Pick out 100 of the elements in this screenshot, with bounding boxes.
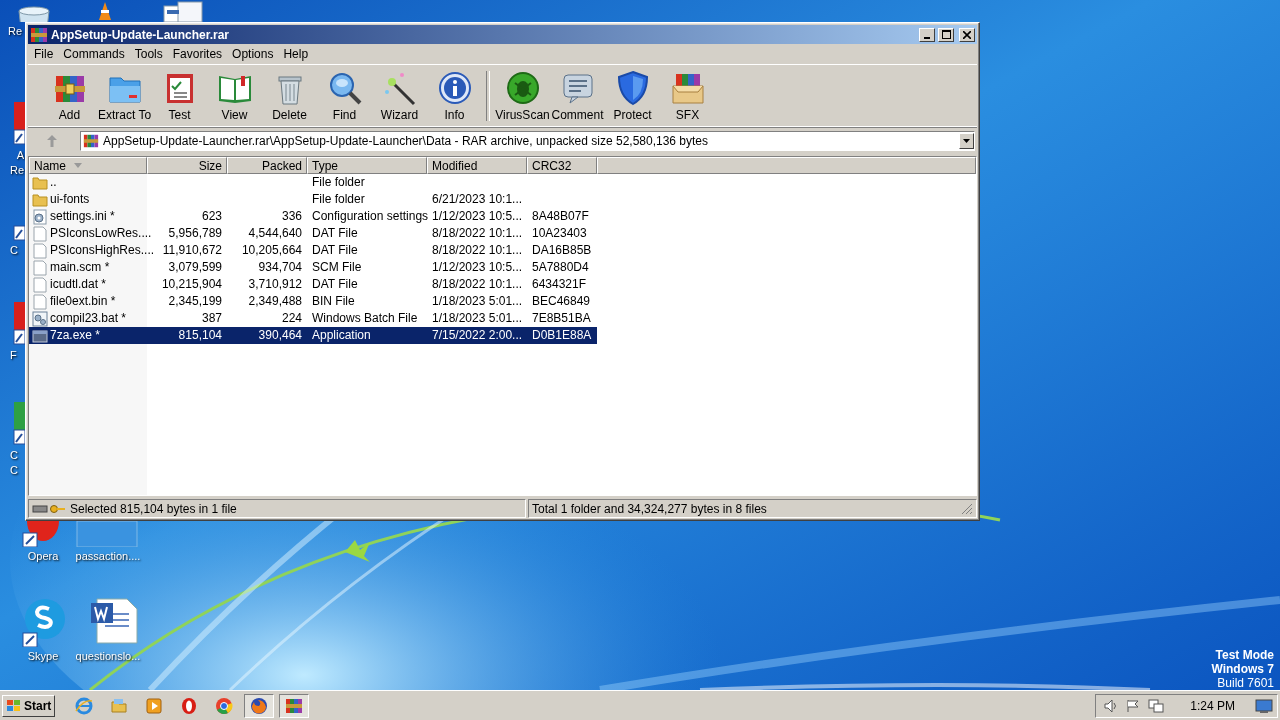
file-icon <box>32 310 48 327</box>
toolbar-button[interactable]: VirusScan <box>495 70 550 122</box>
file-name: 7za.exe * <box>50 327 101 344</box>
toolbar-button[interactable]: Info <box>427 70 482 122</box>
table-cell: 6434321F <box>532 276 587 293</box>
file-name: icudtl.dat * <box>50 276 107 293</box>
file-row[interactable]: file0ext.bin * 2,345,199 2,349,488 BIN File 1/18/2023 5:01... BEC46849 <box>29 293 597 310</box>
toolbar-button[interactable]: Test <box>152 70 207 122</box>
column-header[interactable]: Modified <box>427 157 527 174</box>
table-cell: 815,104 <box>178 327 222 344</box>
menu-item[interactable]: Help <box>278 47 314 61</box>
table-cell: SCM File <box>312 259 362 276</box>
column-header[interactable]: Packed <box>227 157 307 174</box>
file-icon <box>32 242 48 259</box>
table-cell: 5A7880D4 <box>532 259 589 276</box>
table-cell: 336 <box>281 208 302 225</box>
file-row[interactable]: 7za.exe * 815,104 390,464 Application 7/15/2022 2:00... D0B1E88A <box>29 327 597 344</box>
table-cell: Application <box>312 327 371 344</box>
column-header[interactable]: CRC32 <box>527 157 597 174</box>
table-cell: 11,910,672 <box>162 242 222 259</box>
table-cell: 10A23403 <box>532 225 587 242</box>
network-icon[interactable] <box>1148 698 1165 713</box>
resize-grip-icon[interactable] <box>961 502 973 515</box>
toolbar-button[interactable]: Wizard <box>372 70 427 122</box>
table-cell: 1/12/2023 10:5... <box>432 259 523 276</box>
show-desktop-icon[interactable] <box>1255 698 1273 713</box>
column-header[interactable]: Type <box>307 157 427 174</box>
chrome-icon <box>215 696 234 715</box>
file-row[interactable]: settings.ini * 623 336 Configuration settings 1/12/2023 10:5... 8A48B07F <box>29 208 597 225</box>
file-name: .. <box>50 174 57 191</box>
path-field[interactable]: AppSetup-Update-Launcher.rar\AppSetup-Update-Launcher\Data - RAR archive, unpacked size 52,580,136 bytes <box>80 131 975 151</box>
maximize-button[interactable] <box>938 27 954 42</box>
file-icon <box>32 225 48 242</box>
minimize-button[interactable] <box>919 27 935 42</box>
window-title: AppSetup-Update-Launcher.rar <box>51 27 231 42</box>
table-cell: D0B1E88A <box>532 327 592 344</box>
virus-icon <box>504 70 541 106</box>
menu-item[interactable]: File <box>29 47 59 61</box>
menu-item[interactable]: Options <box>227 47 279 61</box>
file-row[interactable]: .. File folder <box>29 174 597 191</box>
table-cell: 3,079,599 <box>168 259 222 276</box>
toolbar-button[interactable]: Add <box>42 70 97 122</box>
volume-icon[interactable] <box>1104 698 1119 713</box>
menu-item[interactable]: Tools <box>129 47 168 61</box>
file-icon <box>32 208 48 225</box>
table-cell: 390,464 <box>258 327 302 344</box>
table-cell: File folder <box>312 174 365 191</box>
close-button[interactable] <box>959 27 975 42</box>
desktop-icon[interactable] <box>160 0 206 22</box>
file-row[interactable]: PSIconsLowRes.... 5,956,789 4,544,640 DAT File 8/18/2022 10:1... 10A23403 <box>29 225 597 242</box>
file-name: compil23.bat * <box>50 310 127 327</box>
column-header[interactable]: Size <box>147 157 227 174</box>
taskbar-button[interactable] <box>279 693 310 718</box>
folder-icon <box>32 174 48 191</box>
table-cell: 8A48B07F <box>532 208 589 225</box>
desktop-icon-label: passaction.... <box>75 549 141 564</box>
start-button[interactable]: Start <box>2 694 56 717</box>
table-cell: 4,544,640 <box>248 225 302 242</box>
table-cell: 5,956,789 <box>168 225 222 242</box>
flag-icon[interactable] <box>1126 698 1141 713</box>
dropdown-button[interactable] <box>959 133 974 149</box>
toolbar-button[interactable]: Extract To <box>97 70 152 122</box>
table-cell: 8/18/2022 10:1... <box>432 242 523 259</box>
table-cell: 10,205,664 <box>241 242 302 259</box>
taskbar-button[interactable] <box>244 693 275 718</box>
file-row[interactable]: icudtl.dat * 10,215,904 3,710,912 DAT File 8/18/2022 10:1... 6434321F <box>29 276 597 293</box>
menu-item[interactable]: Favorites <box>167 47 228 61</box>
info-icon <box>436 70 473 106</box>
menu-item[interactable]: Commands <box>58 47 130 61</box>
table-cell: 6/21/2023 10:1... <box>432 191 523 208</box>
file-row[interactable]: main.scm * 3,079,599 934,704 SCM File 1/12/2023 10:5... 5A7880D4 <box>29 259 597 276</box>
table-cell: 623 <box>201 208 222 225</box>
table-cell: DA16B85B <box>532 242 592 259</box>
os-notice-text: Test Mode <box>1215 648 1274 662</box>
clock[interactable]: 1:24 PM <box>1190 698 1235 713</box>
toolbar-button[interactable]: Protect <box>605 70 660 122</box>
table-cell: 10,215,904 <box>161 276 222 293</box>
path-text: AppSetup-Update-Launcher.rar\AppSetup-Update-Launcher\Data - RAR archive, unpacked size 52,580,136 bytes <box>103 134 710 148</box>
file-name: settings.ini * <box>50 208 115 225</box>
table-cell: 2,345,199 <box>168 293 222 310</box>
toolbar-button[interactable]: SFX <box>660 70 715 122</box>
toolbar-button[interactable]: View <box>207 70 262 122</box>
file-row[interactable]: ui-fonts File folder 6/21/2023 10:1... <box>29 191 597 208</box>
table-cell: Configuration settings <box>312 208 429 225</box>
toolbar-button[interactable]: Delete <box>262 70 317 122</box>
up-arrow-icon <box>47 135 57 147</box>
column-header[interactable]: Name <box>29 157 147 174</box>
file-name: PSIconsLowRes.... <box>50 225 152 242</box>
file-row[interactable]: compil23.bat * 387 224 Windows Batch File 1/18/2023 5:01... 7E8B51BA <box>29 310 597 327</box>
toolbar-button[interactable]: Comment <box>550 70 605 122</box>
app-icon <box>30 25 48 44</box>
toolbar-button[interactable]: Find <box>317 70 372 122</box>
file-name: ui-fonts <box>50 191 90 208</box>
file-row[interactable]: PSIconsHighRes.... 11,910,672 10,205,664 DAT File 8/18/2022 10:1... DA16B85B <box>29 242 597 259</box>
file-icon <box>32 259 48 276</box>
close-icon <box>963 30 971 39</box>
file-icon <box>32 327 48 344</box>
desktop-icon-label: Re <box>8 24 23 39</box>
file-name: PSIconsHighRes.... <box>50 242 155 259</box>
desktop-icon-label: Opera <box>27 549 59 564</box>
